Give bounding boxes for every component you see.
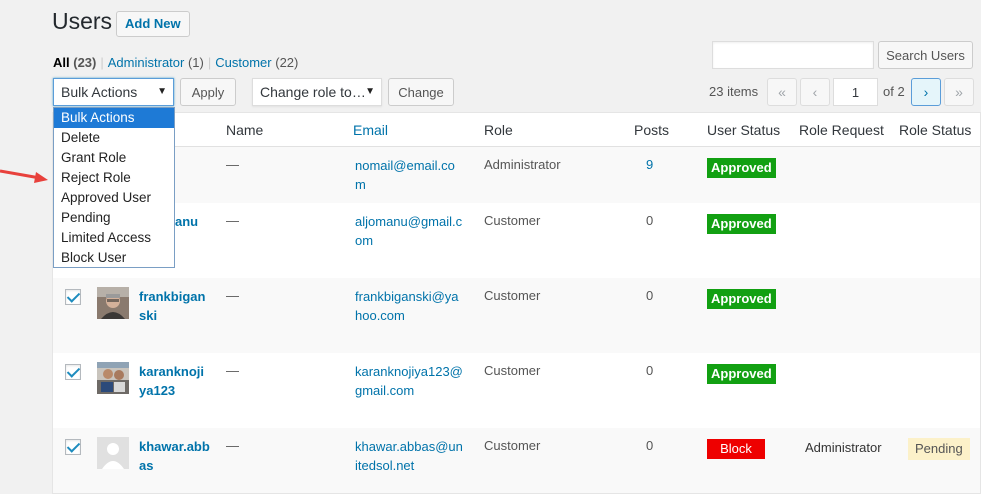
bulk-option-pending[interactable]: Pending <box>54 208 174 228</box>
users-table: Name Email Role Posts User Status Role R… <box>52 112 981 494</box>
filter-all[interactable]: All (23) <box>53 55 96 70</box>
bulk-actions-dropdown: Bulk Actions Delete Grant Role Reject Ro… <box>53 107 175 268</box>
user-name: — <box>226 288 239 303</box>
bulk-option-reject-role[interactable]: Reject Role <box>54 168 174 188</box>
bulk-option-grant-role[interactable]: Grant Role <box>54 148 174 168</box>
avatar <box>97 287 129 319</box>
caret-down-icon: ▼ <box>157 86 167 97</box>
column-posts[interactable]: Posts <box>634 122 669 138</box>
status-badge: Approved <box>707 364 776 384</box>
bulk-option-delete[interactable]: Delete <box>54 128 174 148</box>
search-input[interactable] <box>712 41 874 69</box>
table-row: anu — aljomanu@gmail.com Customer 0 Appr… <box>53 203 980 278</box>
user-role: Customer <box>484 438 541 453</box>
caret-down-icon: ▼ <box>365 86 375 97</box>
user-email[interactable]: frankbiganski@yahoo.com <box>355 287 465 325</box>
page-title: Users <box>52 8 113 34</box>
avatar <box>97 362 129 394</box>
table-row: karanknojiya123 — karanknojiya123@gmail.… <box>53 353 980 428</box>
change-role-select[interactable]: Change role to… ▼ <box>252 78 382 106</box>
table-row: frankbiganski — frankbiganski@yahoo.com … <box>53 278 980 353</box>
user-role: Customer <box>484 213 541 228</box>
user-role: Customer <box>484 363 541 378</box>
user-role: Customer <box>484 288 541 303</box>
status-badge: Approved <box>707 214 776 234</box>
user-name: — <box>226 363 239 378</box>
red-arrow-annotation <box>0 169 48 183</box>
table-row: khawar.abbas — khawar.abbas@unitedsol.ne… <box>53 428 980 493</box>
items-count: 23 items <box>709 84 759 99</box>
status-badge: Approved <box>707 289 776 309</box>
column-email[interactable]: Email <box>353 122 388 138</box>
last-page-button[interactable]: » <box>944 78 974 106</box>
users-screen: Users Add New All (23) | Administrator (1)… <box>52 0 981 494</box>
column-role: Role <box>484 122 513 138</box>
column-role-status: Role Status <box>899 122 972 138</box>
current-page-input[interactable]: 1 <box>833 78 878 106</box>
total-pages: of 2 <box>883 84 905 99</box>
filter-customer[interactable]: Customer (22) <box>215 55 298 70</box>
user-posts: 0 <box>646 363 654 378</box>
column-role-request: Role Request <box>799 122 884 138</box>
next-page-button[interactable]: › <box>911 78 941 106</box>
user-role: Administrator <box>484 157 561 172</box>
user-name: — <box>226 438 239 453</box>
search-users-button[interactable]: Search Users <box>878 41 973 69</box>
user-email[interactable]: khawar.abbas@unitedsol.net <box>355 437 465 475</box>
user-name: — <box>226 157 239 172</box>
column-user-status: User Status <box>707 122 781 138</box>
bulk-option-block-user[interactable]: Block User <box>54 248 174 268</box>
bulk-actions-select[interactable]: Bulk Actions ▼ <box>53 78 174 106</box>
previous-page-button[interactable]: ‹ <box>800 78 830 106</box>
add-new-button[interactable]: Add New <box>116 11 190 37</box>
user-role-filters: All (23) | Administrator (1) | Customer (22) <box>53 55 299 70</box>
user-name: — <box>226 213 239 228</box>
row-checkbox[interactable] <box>65 289 81 305</box>
default-avatar-icon <box>97 437 129 469</box>
apply-button[interactable]: Apply <box>180 78 236 106</box>
user-email[interactable]: karanknojiya123@gmail.com <box>355 362 465 400</box>
table-header: Name Email Role Posts User Status Role R… <box>53 113 980 147</box>
role-status-badge: Pending <box>908 438 970 460</box>
status-badge: Approved <box>707 158 776 178</box>
filter-administrator[interactable]: Administrator (1) <box>108 55 204 70</box>
bulk-option-limited-access[interactable]: Limited Access <box>54 228 174 248</box>
user-posts: 0 <box>646 288 654 303</box>
bulk-option-approved-user[interactable]: Approved User <box>54 188 174 208</box>
bulk-option-bulk-actions[interactable]: Bulk Actions <box>54 108 174 128</box>
table-row: — nomail@email.com Administrator 9 Appro… <box>53 147 980 203</box>
user-login[interactable]: frankbiganski <box>139 287 211 325</box>
row-checkbox[interactable] <box>65 439 81 455</box>
status-badge: Block <box>707 439 765 459</box>
first-page-button[interactable]: « <box>767 78 797 106</box>
user-login[interactable]: khawar.abbas <box>139 437 211 475</box>
change-button[interactable]: Change <box>388 78 454 106</box>
user-email[interactable]: aljomanu@gmail.com <box>355 212 465 250</box>
role-request: Administrator <box>805 440 882 455</box>
user-posts: 0 <box>646 438 654 453</box>
row-checkbox[interactable] <box>65 364 81 380</box>
user-email[interactable]: nomail@email.com <box>355 156 465 194</box>
user-posts[interactable]: 9 <box>646 157 653 172</box>
column-name[interactable]: Name <box>226 122 263 138</box>
user-posts: 0 <box>646 213 654 228</box>
user-login[interactable]: karanknojiya123 <box>139 362 211 400</box>
